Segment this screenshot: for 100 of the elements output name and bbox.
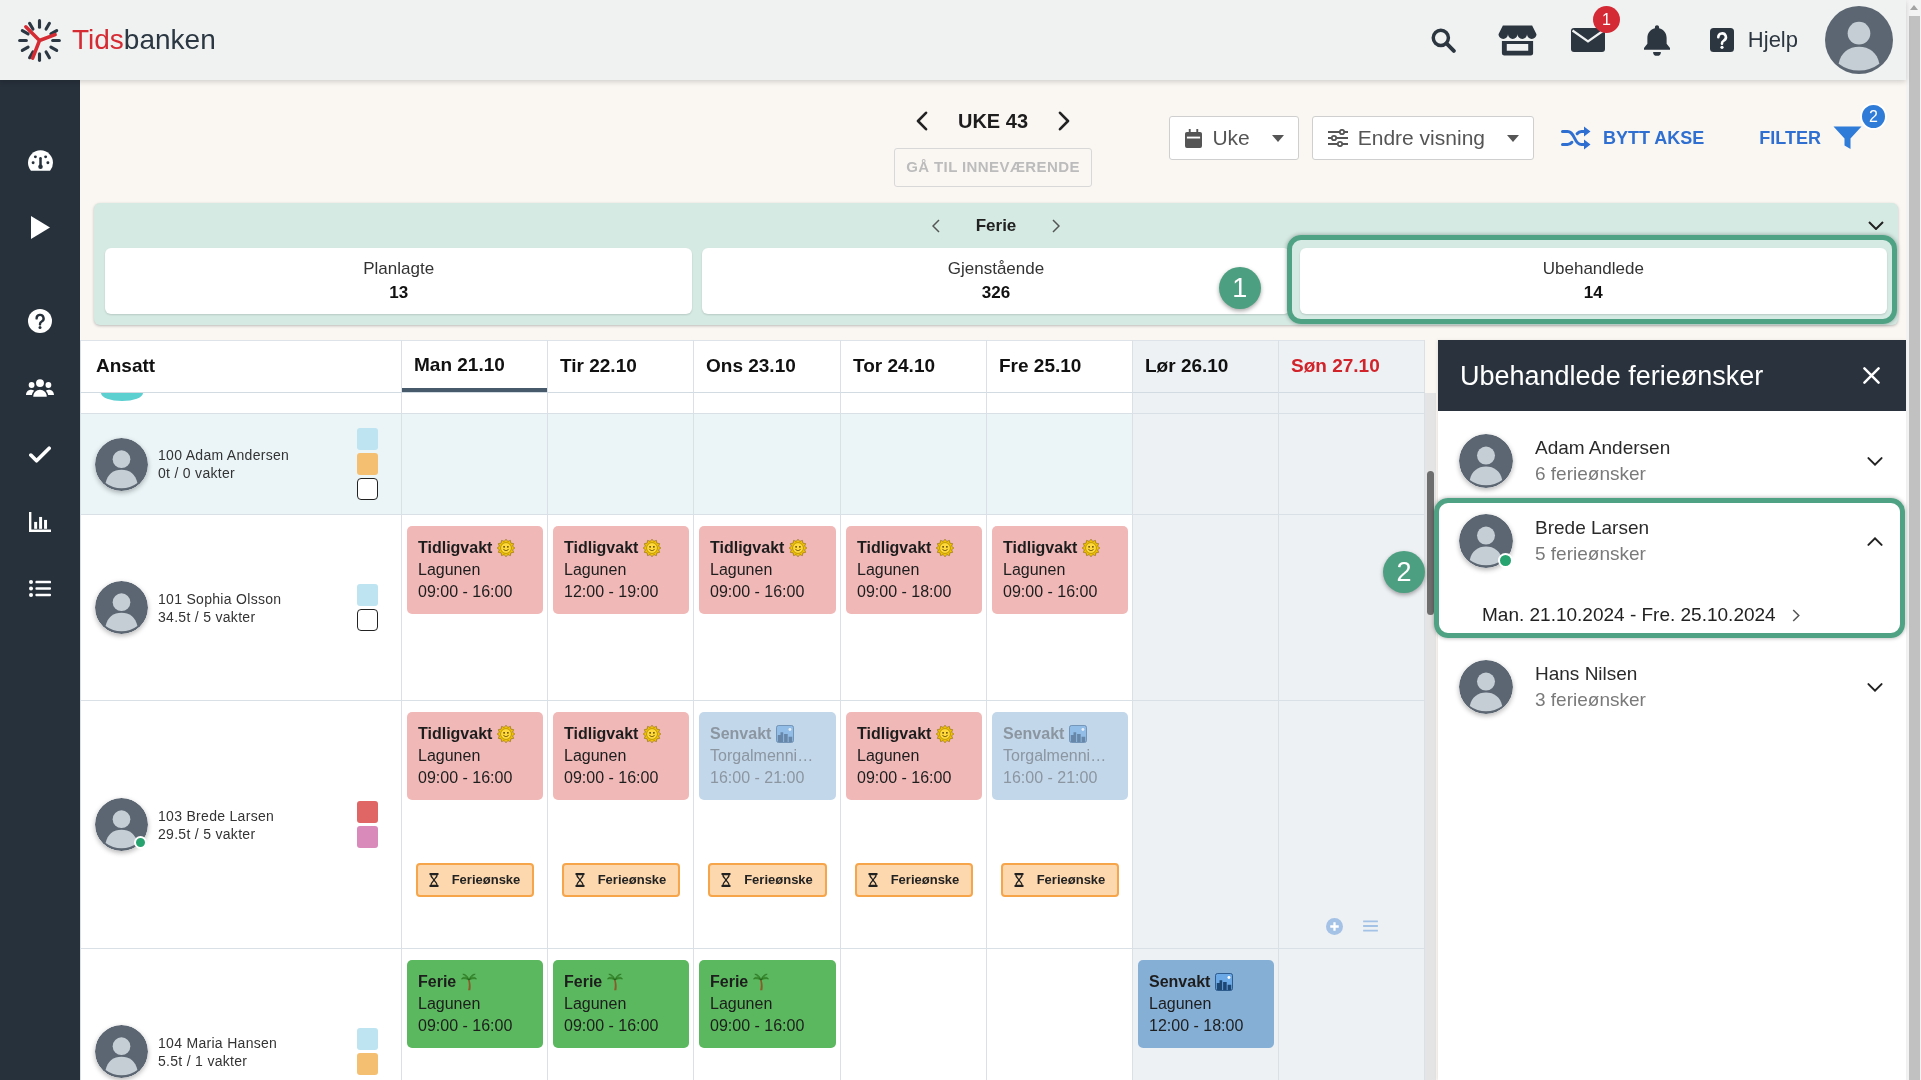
funnel-icon: [1833, 126, 1862, 150]
storefront-icon[interactable]: [1497, 24, 1537, 56]
shift-title: Tidligvakt: [857, 724, 932, 744]
checkbox[interactable]: [357, 609, 378, 631]
bar-chart-icon[interactable]: [29, 511, 51, 532]
shift-time: 09:00 - 16:00: [418, 1016, 514, 1036]
stat-label: Gjenstående: [947, 258, 1045, 280]
stat-label: Ubehandlede: [1542, 258, 1644, 280]
panel-title: Ubehandlede ferieønsker: [1460, 359, 1764, 393]
shift-location: Lagunen: [1003, 560, 1067, 580]
employee-name[interactable]: 100 Adam Andersen: [158, 446, 290, 464]
day-header[interactable]: Fre 25.10: [987, 340, 1133, 393]
caret-down-icon: [1507, 134, 1519, 142]
day-header[interactable]: Søn 27.10: [1279, 340, 1425, 393]
vacation-request-button[interactable]: Ferieønske: [561, 863, 681, 897]
day-header[interactable]: Lør 26.10: [1133, 340, 1279, 393]
help-icon[interactable]: [1709, 28, 1734, 52]
employee-name[interactable]: Hans Nilsen: [1535, 661, 1646, 687]
chevron-down-icon[interactable]: [1867, 682, 1883, 692]
shift-card[interactable]: Tidligvakt Lagunen 09:00 - 16:00: [699, 526, 836, 614]
people-icon[interactable]: [26, 378, 54, 397]
vacation-request-button[interactable]: Ferieønske: [415, 863, 535, 897]
page-scrollbar-thumb[interactable]: [1909, 16, 1920, 1080]
sliders-icon: [1327, 129, 1348, 147]
panel-title: Ferie: [975, 214, 1017, 237]
shift-time: 09:00 - 16:00: [710, 582, 806, 602]
display-options-dropdown[interactable]: Endre visning: [1311, 116, 1534, 160]
list-icon[interactable]: [29, 580, 51, 597]
palm-tree-icon: [753, 973, 770, 991]
employee-name[interactable]: Brede Larsen: [1535, 515, 1650, 541]
checkbox[interactable]: [357, 478, 378, 500]
stat-label: Planlagte: [363, 258, 435, 280]
envelope-icon[interactable]: [1570, 28, 1605, 52]
unread-count-badge: 1: [1592, 6, 1620, 33]
stat-value: 13: [389, 282, 409, 304]
filter-button[interactable]: FILTER: [1759, 116, 1862, 160]
shift-title: Tidligvakt: [1003, 538, 1078, 558]
vacation-period-link[interactable]: Man. 21.10.2024 - Fre. 25.10.2024: [1482, 603, 1800, 627]
clock-logo-icon[interactable]: [18, 18, 61, 62]
gauge-icon[interactable]: [27, 150, 53, 171]
chevron-left-icon[interactable]: [915, 111, 928, 131]
bell-icon[interactable]: [1643, 24, 1670, 56]
chevron-up-icon[interactable]: [1867, 536, 1883, 546]
help-link[interactable]: Hjelp: [1747, 26, 1798, 54]
shift-title: Tidligvakt: [418, 538, 493, 558]
stat-tile[interactable]: Ubehandlede 14: [1299, 248, 1887, 314]
shift-card[interactable]: Tidligvakt Lagunen 09:00 - 16:00: [407, 526, 543, 614]
shift-card[interactable]: Ferie Lagunen 09:00 - 16:00: [553, 960, 689, 1048]
employee-name[interactable]: Adam Andersen: [1535, 435, 1671, 461]
chevron-right-icon[interactable]: [1052, 218, 1061, 233]
page-scrollbar-track[interactable]: [1906, 0, 1921, 1080]
shift-time: 09:00 - 16:00: [857, 768, 953, 788]
help-icon[interactable]: [28, 308, 52, 333]
play-icon[interactable]: [30, 216, 50, 239]
employee-name[interactable]: 104 Maria Hansen: [158, 1033, 278, 1052]
shift-card[interactable]: Ferie Lagunen 09:00 - 16:00: [407, 960, 543, 1048]
shift-card[interactable]: Ferie Lagunen 09:00 - 16:00: [699, 960, 836, 1048]
chevron-right-icon[interactable]: [1058, 111, 1070, 131]
sun-face-icon: [1082, 539, 1101, 557]
shift-card[interactable]: Tidligvakt Lagunen 09:00 - 18:00: [846, 526, 982, 614]
shift-card[interactable]: Senvakt Lagunen 12:00 - 18:00: [1138, 960, 1274, 1048]
search-icon[interactable]: [1429, 27, 1456, 53]
day-header[interactable]: Tor 24.10: [841, 340, 987, 393]
chevron-left-icon[interactable]: [931, 218, 940, 233]
vacation-request-button[interactable]: Ferieønske: [1000, 863, 1120, 897]
checkmark-icon[interactable]: [29, 446, 51, 463]
shuffle-icon: [1561, 126, 1591, 150]
palm-tree-icon: [461, 973, 478, 991]
vacation-request-button[interactable]: Ferieønske: [708, 863, 827, 897]
sun-face-icon: [497, 725, 516, 743]
day-header[interactable]: Ons 23.10: [694, 340, 841, 393]
shift-title: Ferie: [710, 972, 749, 992]
chevron-down-icon[interactable]: [1868, 221, 1884, 230]
stat-tile[interactable]: Planlagte 13: [105, 248, 693, 314]
employee-name[interactable]: 101 Sophia Olsson: [158, 589, 282, 608]
shift-title: Tidligvakt: [564, 724, 639, 744]
shift-location: Lagunen: [418, 994, 482, 1014]
shift-card[interactable]: Tidligvakt Lagunen 09:00 - 16:00: [553, 712, 689, 800]
swap-axis-button[interactable]: BYTT AKSE: [1561, 116, 1705, 160]
shift-title: Tidligvakt: [418, 724, 493, 744]
chevron-down-icon[interactable]: [1867, 456, 1883, 466]
shift-card[interactable]: Tidligvakt Lagunen 09:00 - 16:00: [407, 712, 543, 800]
palm-tree-icon: [607, 973, 624, 991]
scrollbar-thumb[interactable]: [1427, 471, 1434, 615]
close-icon[interactable]: [1863, 367, 1880, 384]
shift-card[interactable]: Tidligvakt Lagunen 12:00 - 19:00: [553, 526, 689, 614]
shift-location: Lagunen: [857, 560, 921, 580]
employee-name[interactable]: 103 Brede Larsen: [158, 806, 275, 825]
shift-card[interactable]: Tidligvakt Lagunen 09:00 - 16:00: [992, 526, 1128, 614]
day-header[interactable]: Man 21.10: [402, 340, 548, 393]
caret-down-icon: [1271, 134, 1284, 142]
shift-location: Torgalmenni…: [1003, 746, 1108, 766]
day-header[interactable]: Tir 22.10: [548, 340, 694, 393]
request-count: 6 ferieønsker: [1535, 462, 1647, 486]
view-dropdown[interactable]: Uke: [1169, 116, 1299, 160]
logo-text[interactable]: Tidsbanken: [72, 23, 216, 57]
shift-card[interactable]: Tidligvakt Lagunen 09:00 - 16:00: [846, 712, 982, 800]
vacation-request-button[interactable]: Ferieønske: [854, 863, 974, 897]
user-avatar-icon[interactable]: [1825, 6, 1893, 74]
scrollbar-track[interactable]: [1425, 393, 1436, 1080]
